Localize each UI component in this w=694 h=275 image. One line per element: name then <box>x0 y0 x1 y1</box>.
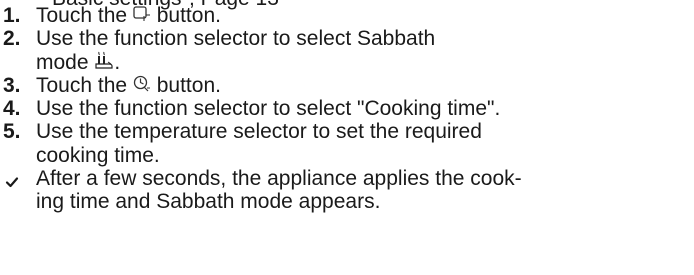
step-number: 4. <box>3 97 21 121</box>
step-4: 4. Use the function selector to select "… <box>0 97 694 120</box>
result-text-line2: ing time and Sabbath mode appears. <box>36 190 381 214</box>
instruction-page: Basic settings", Page 13 1. Touch the bu… <box>0 0 694 275</box>
step-number: 3. <box>3 73 21 97</box>
step-text-after: button. <box>150 73 221 97</box>
step-3: 3. Touch the button. <box>0 74 694 97</box>
step-number: 5. <box>3 120 21 144</box>
step-text-line1: Use the temperature selector to set the … <box>36 120 482 144</box>
checkmark-icon <box>4 172 20 188</box>
step-number: 1. <box>3 4 21 27</box>
step-text-line2: cooking time. <box>36 143 160 167</box>
result-item: After a few seconds, the appliance appli… <box>0 167 694 214</box>
steps-list: 1. Touch the button. 2. Use the function… <box>0 4 694 214</box>
step-text-after: button. <box>150 4 221 27</box>
step-text-before: Touch the <box>36 73 133 97</box>
step-number: 2. <box>3 27 21 51</box>
result-text-line1: After a few seconds, the appliance appli… <box>36 167 522 191</box>
step-text-before: Touch the <box>36 4 133 27</box>
basic-settings-button-icon <box>133 6 151 22</box>
step-2: 2. Use the function selector to select S… <box>0 27 694 74</box>
sabbath-mode-icon <box>94 51 114 69</box>
step-text-line2-before: mode <box>36 50 95 74</box>
step-text-line2-after: . <box>114 50 121 74</box>
step-1: 1. Touch the button. <box>0 4 694 27</box>
step-text: Use the function selector to select "Coo… <box>36 97 501 121</box>
step-text-line1: Use the function selector to select Sabb… <box>36 27 436 51</box>
step-5: 5. Use the temperature selector to set t… <box>0 120 694 167</box>
timer-button-icon <box>133 75 151 92</box>
